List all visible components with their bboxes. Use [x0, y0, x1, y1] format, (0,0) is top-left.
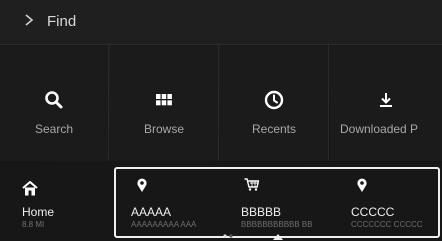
favorite-sub-bbbbb: BBBBBBBBBBB BB [241, 220, 313, 229]
chevron-right-icon[interactable] [22, 13, 36, 27]
search-icon [45, 91, 63, 109]
favorite-name-bbbbb: BBBBB [241, 205, 282, 219]
home-shortcut[interactable]: Home 8.8 MI [0, 162, 110, 241]
cart-icon [244, 178, 259, 191]
favorite-sub-aaaaa: AAAAAAAAA AAA [131, 220, 197, 229]
clock-icon [264, 90, 284, 110]
home-distance: 8.8 MI [22, 220, 45, 229]
pin-icon [137, 178, 147, 192]
favorite-name-aaaaa: AAAAA [131, 205, 172, 219]
tile-search-label: Search [34, 122, 74, 136]
favorite-sub-ccccc: CCCCCCC CCCCC [351, 220, 423, 229]
tile-recents-label: Recents [251, 122, 297, 136]
page-title: Find [47, 13, 77, 30]
download-icon [380, 93, 392, 107]
favorite-name-ccccc: CCCCC [351, 205, 395, 219]
tile-downloaded[interactable]: Downloaded P [330, 45, 442, 161]
tile-browse-label: Browse [143, 122, 184, 136]
pin-icon [357, 178, 367, 192]
tile-browse[interactable]: Browse [110, 45, 219, 161]
caret-up-icon [273, 234, 283, 240]
page-indicator [223, 234, 233, 238]
home-icon [22, 181, 38, 196]
home-name: Home [22, 205, 55, 219]
tile-recents[interactable]: Recents [220, 45, 329, 161]
grid-icon [156, 94, 172, 106]
tile-search[interactable]: Search [0, 45, 109, 161]
find-screen: Find Search Browse Recents Downloaded P … [0, 0, 442, 241]
shortcut-row: Home 8.8 MI AAAAA AAAAAAAAA AAA BBBBB BB… [0, 162, 442, 241]
header-bar: Find [0, 0, 442, 45]
tile-downloaded-label: Downloaded P [340, 122, 419, 136]
